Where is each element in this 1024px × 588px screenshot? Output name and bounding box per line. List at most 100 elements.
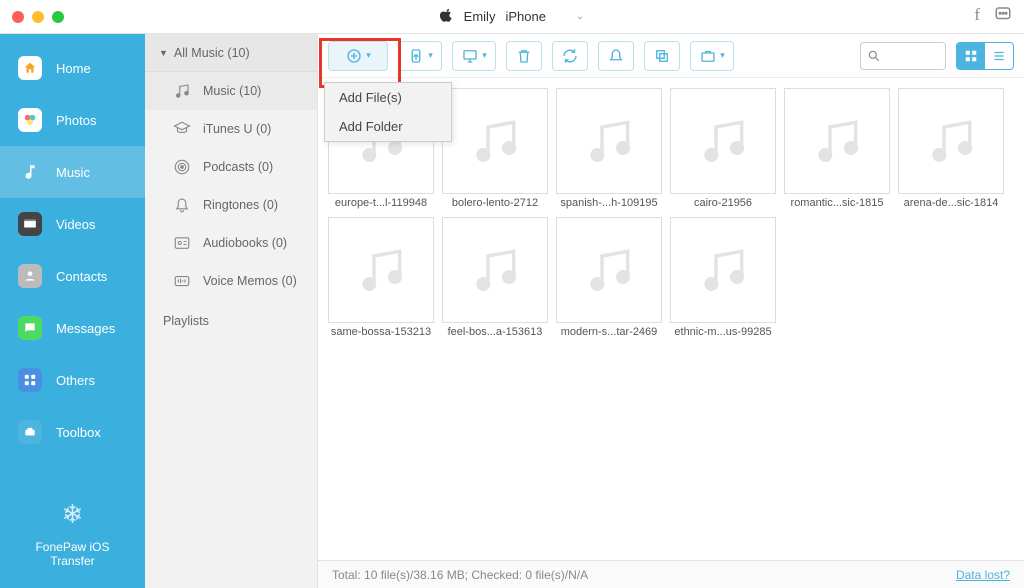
briefcase-icon [699, 47, 717, 65]
main-sidebar: Home Photos Music Videos Contacts [0, 34, 145, 588]
file-thumbnail [898, 88, 1004, 194]
sidebar-item-label: Photos [56, 113, 96, 128]
music-note-icon [173, 82, 191, 100]
content-area: ▾ Add File(s) Add Folder ▾ ▾ [318, 34, 1024, 588]
sidebar-item-messages[interactable]: Messages [0, 302, 145, 354]
category-item-podcasts[interactable]: Podcasts (0) [145, 148, 317, 186]
ringtone-button[interactable] [598, 41, 634, 71]
export-to-device-button[interactable]: ▾ [398, 41, 442, 71]
grid-icon [964, 49, 978, 63]
file-name: feel-bos...a-153613 [442, 326, 548, 338]
search-box[interactable] [860, 42, 946, 70]
sidebar-item-others[interactable]: Others [0, 354, 145, 406]
device-owner: Emily [464, 9, 496, 24]
window-controls [12, 11, 64, 23]
minimize-window-button[interactable] [32, 11, 44, 23]
add-files-menuitem[interactable]: Add File(s) [325, 83, 451, 112]
facebook-icon[interactable]: f [974, 5, 980, 28]
category-item-voicememos[interactable]: Voice Memos (0) [145, 262, 317, 300]
export-to-pc-button[interactable]: ▾ [452, 41, 496, 71]
list-icon [992, 49, 1006, 63]
category-header[interactable]: ▼ All Music (10) [145, 34, 317, 72]
sidebar-item-photos[interactable]: Photos [0, 94, 145, 146]
toolbar: ▾ Add File(s) Add Folder ▾ ▾ [318, 34, 1024, 78]
photos-icon [18, 108, 42, 132]
add-button[interactable]: ▾ [328, 41, 388, 71]
refresh-button[interactable] [552, 41, 588, 71]
close-window-button[interactable] [12, 11, 24, 23]
sidebar-item-label: Toolbox [56, 425, 101, 440]
view-toggle [956, 42, 1014, 70]
file-item[interactable]: cairo-21956 [670, 88, 776, 209]
chevron-down-icon: ⌄ [576, 11, 584, 22]
add-folder-menuitem[interactable]: Add Folder [325, 112, 451, 141]
dedupe-button[interactable] [644, 41, 680, 71]
category-item-audiobooks[interactable]: Audiobooks (0) [145, 224, 317, 262]
fullscreen-window-button[interactable] [52, 11, 64, 23]
bell-icon [607, 47, 625, 65]
sidebar-item-videos[interactable]: Videos [0, 198, 145, 250]
sidebar-item-toolbox[interactable]: Toolbox [0, 406, 145, 458]
sidebar-item-label: Videos [56, 217, 96, 232]
add-dropdown-menu: Add File(s) Add Folder [324, 82, 452, 142]
file-item[interactable]: bolero-lento-2712 [442, 88, 548, 209]
graduation-cap-icon [173, 120, 191, 138]
category-item-music[interactable]: Music (10) [145, 72, 317, 110]
file-item[interactable]: same-bossa-153213 [328, 217, 434, 338]
category-item-itunesu[interactable]: iTunes U (0) [145, 110, 317, 148]
others-icon [18, 368, 42, 392]
category-item-label: iTunes U (0) [203, 122, 271, 136]
category-sidebar: ▼ All Music (10) Music (10) iTunes U (0)… [145, 34, 318, 588]
dropdown-caret-icon: ▾ [482, 50, 487, 61]
sidebar-item-label: Others [56, 373, 95, 388]
device-model: iPhone [505, 9, 545, 24]
playlists-section-label: Playlists [145, 300, 317, 328]
delete-button[interactable] [506, 41, 542, 71]
home-icon [18, 56, 42, 80]
toolbox-button[interactable]: ▾ [690, 41, 734, 71]
grid-view-button[interactable] [957, 43, 985, 69]
app-logo-icon: ❄ [20, 499, 125, 530]
music-icon [18, 160, 42, 184]
app-name: FonePaw iOS Transfer [20, 540, 125, 568]
category-item-ringtones[interactable]: Ringtones (0) [145, 186, 317, 224]
file-name: bolero-lento-2712 [442, 197, 548, 209]
toolbox-icon [18, 420, 42, 444]
trash-icon [515, 47, 533, 65]
collapse-icon: ▼ [159, 48, 168, 58]
category-item-label: Podcasts (0) [203, 160, 273, 174]
device-selector[interactable]: Emily iPhone ⌄ [440, 8, 585, 25]
file-name: ethnic-m...us-99285 [670, 326, 776, 338]
file-name: modern-s...tar-2469 [556, 326, 662, 338]
export-pc-icon [461, 47, 479, 65]
feedback-icon[interactable] [994, 5, 1012, 28]
file-item[interactable]: romantic...sic-1815 [784, 88, 890, 209]
category-item-label: Voice Memos (0) [203, 274, 297, 288]
export-device-icon [407, 47, 425, 65]
file-item[interactable]: spanish-...h-109195 [556, 88, 662, 209]
file-item[interactable]: modern-s...tar-2469 [556, 217, 662, 338]
category-item-label: Ringtones (0) [203, 198, 278, 212]
data-lost-link[interactable]: Data lost? [956, 568, 1010, 582]
file-item[interactable]: arena-de...sic-1814 [898, 88, 1004, 209]
apple-icon [440, 8, 454, 25]
podcast-icon [173, 158, 191, 176]
list-view-button[interactable] [985, 43, 1013, 69]
file-thumbnail [670, 217, 776, 323]
category-item-label: Music (10) [203, 84, 261, 98]
sidebar-item-home[interactable]: Home [0, 42, 145, 94]
file-thumbnail [442, 217, 548, 323]
audiobook-icon [173, 234, 191, 252]
file-name: spanish-...h-109195 [556, 197, 662, 209]
file-thumbnail [442, 88, 548, 194]
file-item[interactable]: ethnic-m...us-99285 [670, 217, 776, 338]
sidebar-item-contacts[interactable]: Contacts [0, 250, 145, 302]
search-input[interactable] [885, 49, 935, 63]
file-thumbnail [556, 88, 662, 194]
status-text: Total: 10 file(s)/38.16 MB; Checked: 0 f… [332, 568, 588, 582]
sidebar-item-music[interactable]: Music [0, 146, 145, 198]
file-item[interactable]: feel-bos...a-153613 [442, 217, 548, 338]
category-item-label: Audiobooks (0) [203, 236, 287, 250]
sidebar-item-label: Messages [56, 321, 115, 336]
file-thumbnail [556, 217, 662, 323]
